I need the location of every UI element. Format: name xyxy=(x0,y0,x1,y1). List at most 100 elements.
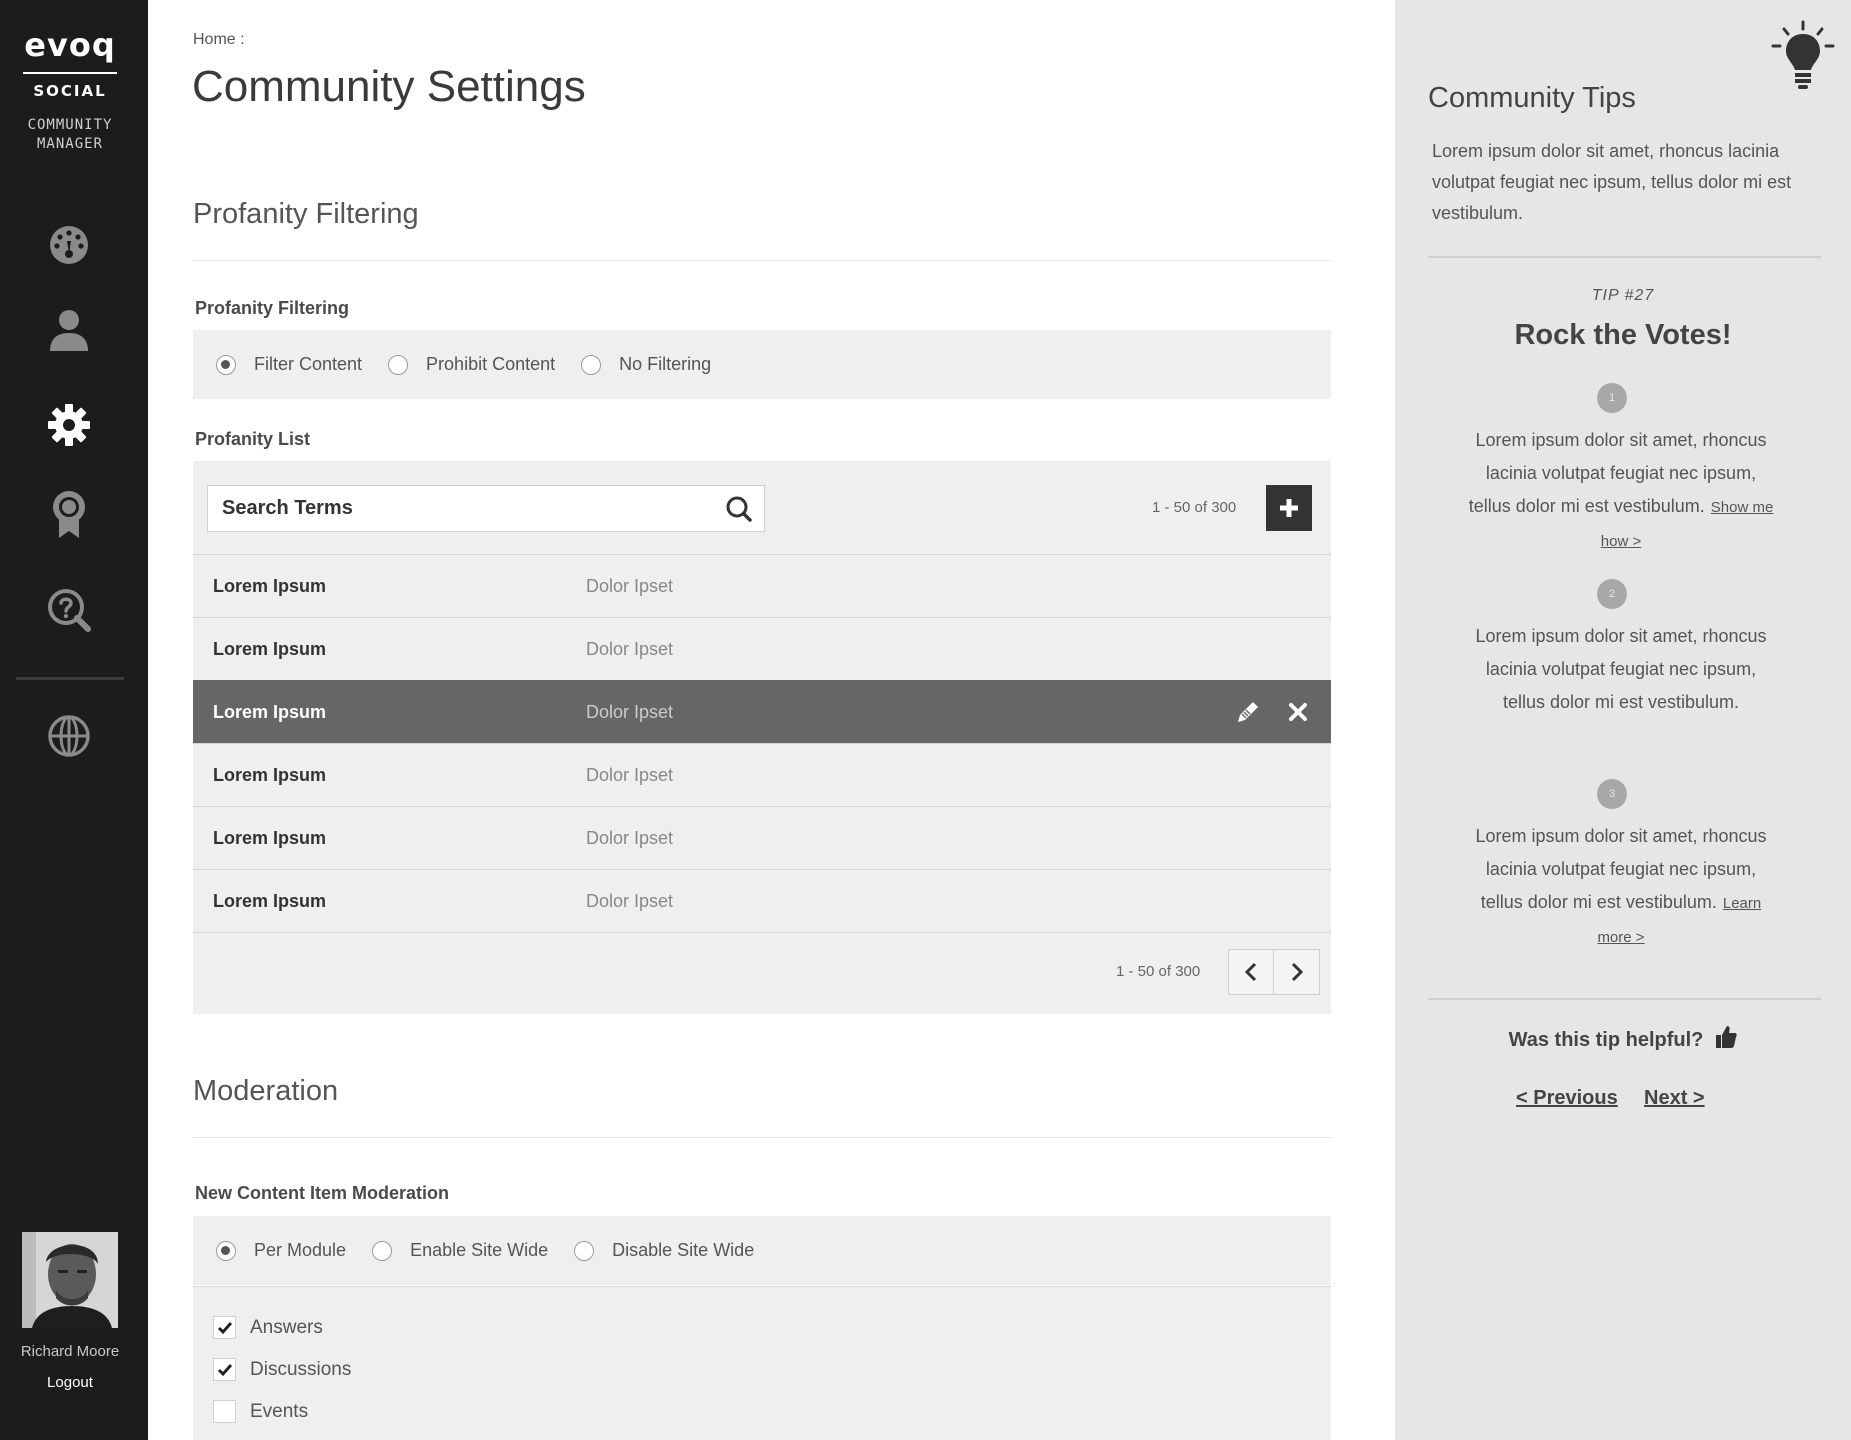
nav-settings[interactable] xyxy=(44,400,94,450)
avatar-photo xyxy=(22,1232,118,1328)
step-badge: 3 xyxy=(1597,779,1627,809)
table-end-rule xyxy=(193,932,1331,933)
profanity-table: Lorem Ipsum Dolor Ipset Lorem Ipsum Dolo… xyxy=(193,554,1331,933)
close-icon xyxy=(1289,703,1307,721)
moderation-section-title: Moderation xyxy=(193,1075,339,1107)
thumbs-up-button[interactable] xyxy=(1715,1025,1738,1055)
next-tip-link[interactable]: Next > xyxy=(1644,1087,1705,1110)
nav-users[interactable] xyxy=(44,305,94,355)
moderation-radio-group: Per Module Enable Site Wide Disable Site… xyxy=(193,1216,1331,1285)
table-row[interactable]: Lorem Ipsum Dolor Ipset xyxy=(193,554,1331,617)
checkmark-icon xyxy=(217,1363,232,1376)
search-box xyxy=(207,485,765,532)
lightbulb-icon xyxy=(1770,20,1836,97)
tip-step-2: Lorem ipsum dolor sit amet, rhoncus laci… xyxy=(1465,620,1777,719)
profanity-filter-label: Profanity Filtering xyxy=(195,298,350,318)
checkmark-icon xyxy=(217,1321,232,1334)
logo-divider xyxy=(23,72,117,74)
list-count: 1 - 50 of 300 xyxy=(1116,963,1201,980)
search-input[interactable] xyxy=(208,486,714,531)
logo-text: evoq xyxy=(24,26,116,64)
tip-heading: Rock the Votes! xyxy=(1514,319,1732,351)
checkbox-events[interactable]: Events xyxy=(213,1400,308,1423)
search-icon xyxy=(726,496,752,522)
radio-button[interactable] xyxy=(388,354,409,375)
main-content: Home : Community Settings Profanity Filt… xyxy=(148,0,1395,1440)
checkbox-discussions[interactable]: Discussions xyxy=(213,1358,351,1381)
row-actions xyxy=(1233,681,1313,743)
radio-enable-site-wide[interactable]: Enable Site Wide xyxy=(372,1240,548,1261)
table-row[interactable]: Lorem Ipsum Dolor Ipset xyxy=(193,806,1331,869)
logo[interactable]: evoq SOCIAL COMMUNITY MANAGER xyxy=(0,26,140,154)
plus-icon xyxy=(1280,499,1298,517)
profanity-radio-group: Filter Content Prohibit Content No Filte… xyxy=(193,330,1331,399)
tip-helpful-prompt: Was this tip helpful? xyxy=(1395,1025,1851,1055)
term-cell: Lorem Ipsum xyxy=(213,575,327,596)
term-cell: Lorem Ipsum xyxy=(213,827,327,848)
replacement-cell: Dolor Ipset xyxy=(586,575,674,596)
radio-button[interactable] xyxy=(372,1240,393,1261)
previous-tip-link[interactable]: < Previous xyxy=(1516,1087,1618,1110)
chevron-right-icon xyxy=(1291,962,1303,982)
term-cell: Lorem Ipsum xyxy=(213,764,327,785)
helpful-question: Was this tip helpful? xyxy=(1508,1028,1704,1051)
tips-divider xyxy=(1428,998,1821,1000)
edit-button[interactable] xyxy=(1233,697,1263,727)
sidebar: evoq SOCIAL COMMUNITY MANAGER Richard Mo… xyxy=(0,0,148,1440)
radio-label: Disable Site Wide xyxy=(612,1240,755,1260)
nav-help[interactable] xyxy=(44,585,94,635)
nav-dashboard[interactable] xyxy=(44,220,94,270)
add-term-button[interactable] xyxy=(1266,485,1312,531)
checkbox[interactable] xyxy=(213,1358,236,1381)
radio-button[interactable] xyxy=(574,1240,595,1261)
nav-awards[interactable] xyxy=(44,490,94,540)
checkbox[interactable] xyxy=(213,1316,236,1339)
table-row[interactable]: Lorem Ipsum Dolor Ipset xyxy=(193,743,1331,806)
table-row-selected[interactable]: Lorem Ipsum Dolor Ipset xyxy=(193,680,1331,743)
moderation-options: Per Module Enable Site Wide Disable Site… xyxy=(193,1216,1331,1285)
user-icon xyxy=(50,310,88,351)
globe-icon xyxy=(48,715,90,757)
table-row[interactable]: Lorem Ipsum Dolor Ipset xyxy=(193,617,1331,680)
term-cell: Lorem Ipsum xyxy=(213,638,327,659)
radio-no-filtering[interactable]: No Filtering xyxy=(581,354,711,375)
profanity-filter-options: Filter Content Prohibit Content No Filte… xyxy=(193,330,1331,399)
checkbox-answers[interactable]: Answers xyxy=(213,1316,323,1339)
user-name: Richard Moore xyxy=(20,1343,120,1360)
radio-prohibit-content[interactable]: Prohibit Content xyxy=(388,354,555,375)
step-badge: 2 xyxy=(1597,579,1627,609)
next-page-button[interactable] xyxy=(1274,949,1320,995)
profanity-section-title: Profanity Filtering xyxy=(193,198,419,230)
tips-intro: Lorem ipsum dolor sit amet, rhoncus laci… xyxy=(1432,141,1792,223)
tips-divider xyxy=(1428,256,1821,258)
pager xyxy=(1228,949,1320,995)
radio-per-module[interactable]: Per Module xyxy=(216,1240,346,1261)
search-button[interactable] xyxy=(714,486,764,531)
radio-filter-content[interactable]: Filter Content xyxy=(216,354,362,375)
nav-divider xyxy=(16,677,124,680)
replacement-cell: Dolor Ipset xyxy=(586,890,674,911)
pagination-bar: 1 - 50 of 300 xyxy=(193,949,1331,995)
radio-label: Enable Site Wide xyxy=(410,1240,549,1260)
radio-button[interactable] xyxy=(216,354,236,375)
tips-title: Community Tips xyxy=(1428,82,1636,114)
table-row[interactable]: Lorem Ipsum Dolor Ipset xyxy=(193,869,1331,932)
moderation-label: New Content Item Moderation xyxy=(195,1183,450,1203)
avatar[interactable] xyxy=(22,1232,118,1328)
radio-button[interactable] xyxy=(581,354,602,375)
community-tips-panel: Community Tips Lorem ipsum dolor sit ame… xyxy=(1395,0,1851,1440)
prev-page-button[interactable] xyxy=(1228,949,1274,995)
gear-icon xyxy=(48,404,90,446)
tip-step-3: Lorem ipsum dolor sit amet, rhoncus laci… xyxy=(1465,820,1777,954)
tip-step-1: Lorem ipsum dolor sit amet, rhoncus laci… xyxy=(1465,424,1777,558)
delete-button[interactable] xyxy=(1283,697,1313,727)
checkbox-label: Events xyxy=(250,1400,309,1422)
nav-site[interactable] xyxy=(44,711,94,761)
radio-button[interactable] xyxy=(216,1240,236,1261)
breadcrumb[interactable]: Home : xyxy=(193,31,245,49)
radio-disable-site-wide[interactable]: Disable Site Wide xyxy=(574,1240,754,1261)
checkbox[interactable] xyxy=(213,1400,236,1423)
help-search-icon xyxy=(48,589,91,632)
radio-label: Prohibit Content xyxy=(426,354,556,374)
logout-link[interactable]: Logout xyxy=(0,1374,140,1391)
